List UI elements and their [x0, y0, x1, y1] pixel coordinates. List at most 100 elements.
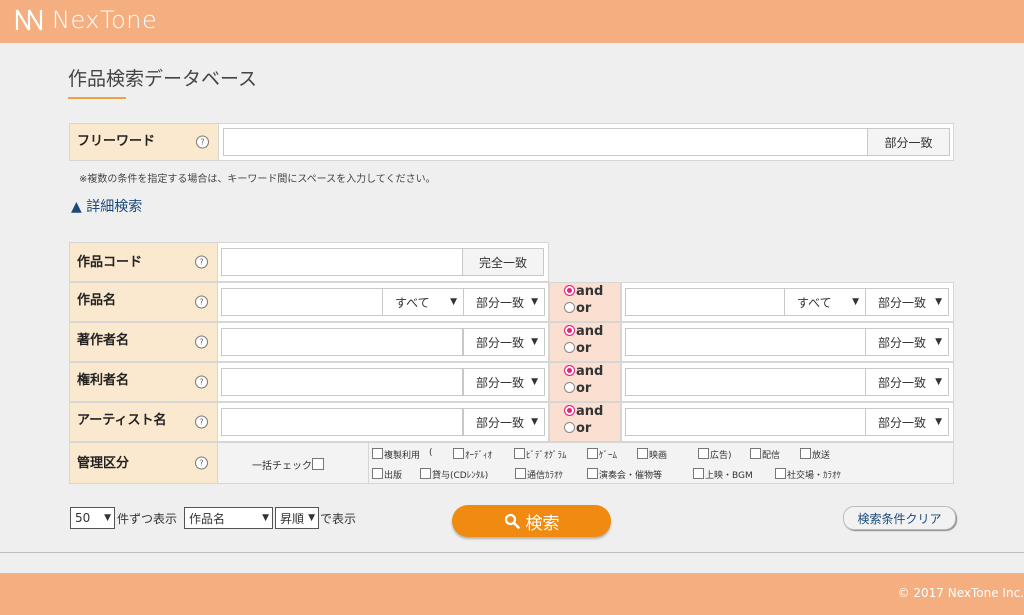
- title-scope-select-2[interactable]: すべて ▼: [784, 288, 866, 316]
- management-option-row2-5[interactable]: 社交場・ｶﾗｵｹ: [775, 468, 841, 481]
- checkbox-icon: [775, 468, 786, 479]
- title-match-select[interactable]: 部分一致 ▼: [463, 288, 545, 316]
- chevron-down-icon: ▼: [852, 297, 859, 307]
- search-button-label: 検索: [525, 513, 560, 534]
- title-input[interactable]: [221, 288, 383, 316]
- checkbox-icon: [637, 448, 648, 459]
- chevron-down-icon: ▼: [262, 513, 269, 523]
- management-option-label: ｵｰﾃﾞｨｵ: [465, 451, 493, 461]
- management-option-label: 出版: [384, 471, 403, 481]
- radio-unselected-icon: [564, 342, 575, 353]
- title-input-2[interactable]: [625, 288, 785, 316]
- search-icon: [504, 513, 520, 529]
- rights-input-2[interactable]: [625, 368, 866, 396]
- nextone-logo[interactable]: NexTone: [14, 6, 157, 34]
- artist-input-2[interactable]: [625, 408, 866, 436]
- freeword-row: フリーワード ? 部分一致: [69, 123, 954, 161]
- checkbox-icon: [372, 468, 383, 479]
- radio-selected-icon: [564, 285, 575, 296]
- author-andor-toggle[interactable]: and or: [549, 322, 621, 362]
- checkbox-icon: [515, 468, 526, 479]
- management-option-label: 演奏会・催物等: [599, 471, 663, 481]
- sort-order-select[interactable]: 昇順 ▼: [275, 507, 319, 529]
- chevron-down-icon: ▼: [531, 297, 538, 307]
- management-option-label: 通信ｶﾗｵｹ: [527, 471, 564, 481]
- management-option-row1-8[interactable]: 放送: [800, 448, 830, 461]
- and-radio[interactable]: and: [564, 323, 620, 340]
- artist-andor-toggle[interactable]: and or: [549, 402, 621, 442]
- advanced-search-toggle[interactable]: ▲ 詳細検索: [71, 196, 142, 216]
- management-option-label: ｹﾞｰﾑ: [599, 451, 618, 461]
- management-option-row1-3[interactable]: ﾋﾞﾃﾞｵｸﾞﾗﾑ: [514, 448, 567, 461]
- management-option-row1-0[interactable]: 複製利用: [372, 448, 420, 461]
- artist-row: アーティスト名 ? 部分一致 ▼ and or 部分一致 ▼: [69, 402, 954, 442]
- freeword-input[interactable]: [223, 128, 868, 156]
- title-help-icon[interactable]: ?: [195, 295, 208, 309]
- artist-input[interactable]: [221, 408, 463, 436]
- and-radio[interactable]: and: [564, 283, 620, 300]
- management-option-label: 配信: [762, 451, 781, 461]
- title-scope-select[interactable]: すべて ▼: [382, 288, 464, 316]
- management-option-row1-5[interactable]: 映画: [637, 448, 667, 461]
- checkbox-icon: [693, 468, 704, 479]
- management-option-row2-2[interactable]: 通信ｶﾗｵｹ: [515, 468, 563, 481]
- chevron-down-icon: ▼: [531, 417, 538, 427]
- freeword-note: ※複数の条件を指定する場合は、キーワード間にスペースを入力してください。: [79, 174, 436, 185]
- author-input-2[interactable]: [625, 328, 866, 356]
- or-radio[interactable]: or: [564, 420, 620, 437]
- management-option-label: 放送: [812, 451, 831, 461]
- rights-label: 権利者名: [77, 373, 130, 388]
- code-match-mode[interactable]: 完全一致: [462, 248, 544, 276]
- code-help-icon[interactable]: ?: [195, 255, 208, 269]
- title-match-select-2[interactable]: 部分一致 ▼: [865, 288, 949, 316]
- rights-help-icon[interactable]: ?: [195, 375, 208, 389]
- code-input[interactable]: [221, 248, 463, 276]
- clear-conditions-button[interactable]: 検索条件クリア: [843, 506, 956, 530]
- or-radio[interactable]: or: [564, 380, 620, 397]
- title-andor-toggle[interactable]: and or: [549, 282, 621, 322]
- search-button[interactable]: 検索: [452, 505, 611, 537]
- management-option-row1-1: (: [429, 448, 433, 458]
- artist-match-select-2[interactable]: 部分一致 ▼: [865, 408, 949, 436]
- artist-label: アーティスト名: [77, 413, 167, 428]
- rights-match-select-2[interactable]: 部分一致 ▼: [865, 368, 949, 396]
- management-option-row1-7[interactable]: 配信: [750, 448, 780, 461]
- management-option-row2-0[interactable]: 出版: [372, 468, 402, 481]
- checkbox-icon: [750, 448, 761, 459]
- artist-help-icon[interactable]: ?: [195, 415, 208, 429]
- management-option-label: 貸与(CDﾚﾝﾀﾙ): [432, 471, 489, 481]
- bulk-check[interactable]: 一括チェック: [252, 457, 325, 472]
- rights-match-select[interactable]: 部分一致 ▼: [463, 368, 545, 396]
- per-page-select[interactable]: 50 ▼: [70, 507, 115, 529]
- management-help-icon[interactable]: ?: [195, 456, 208, 470]
- title-row: 作品名 ? すべて ▼ 部分一致 ▼ and or すべて ▼ 部分一致 ▼: [69, 282, 954, 322]
- checkbox-icon: [420, 468, 431, 479]
- author-help-icon[interactable]: ?: [195, 335, 208, 349]
- logo-mark-icon: [15, 9, 43, 31]
- copyright: © 2017 NexTone Inc.: [897, 586, 1024, 600]
- management-option-row2-3[interactable]: 演奏会・催物等: [587, 468, 662, 481]
- logo-text: NexTone: [52, 6, 158, 34]
- management-option-row1-6[interactable]: 広告): [698, 448, 732, 461]
- author-input[interactable]: [221, 328, 463, 356]
- per-page-suffix: 件ずつ表示: [117, 512, 178, 526]
- author-match-select-2[interactable]: 部分一致 ▼: [865, 328, 949, 356]
- management-option-row2-4[interactable]: 上映・BGM: [693, 468, 753, 481]
- author-row: 著作者名 ? 部分一致 ▼ and or 部分一致 ▼: [69, 322, 954, 362]
- or-radio[interactable]: or: [564, 340, 620, 357]
- management-option-row2-1[interactable]: 貸与(CDﾚﾝﾀﾙ): [420, 468, 488, 481]
- or-radio[interactable]: or: [564, 300, 620, 317]
- and-radio[interactable]: and: [564, 403, 620, 420]
- freeword-match-mode[interactable]: 部分一致: [867, 128, 950, 156]
- management-option-row1-2[interactable]: ｵｰﾃﾞｨｵ: [453, 448, 492, 461]
- sort-field-select[interactable]: 作品名 ▼: [184, 507, 273, 529]
- author-match-select[interactable]: 部分一致 ▼: [463, 328, 545, 356]
- management-option-row1-4[interactable]: ｹﾞｰﾑ: [587, 448, 617, 461]
- rights-andor-toggle[interactable]: and or: [549, 362, 621, 402]
- artist-match-select[interactable]: 部分一致 ▼: [463, 408, 545, 436]
- checkbox-icon: [800, 448, 811, 459]
- management-label: 管理区分: [77, 456, 130, 471]
- freeword-help-icon[interactable]: ?: [196, 135, 209, 149]
- rights-input[interactable]: [221, 368, 463, 396]
- and-radio[interactable]: and: [564, 363, 620, 380]
